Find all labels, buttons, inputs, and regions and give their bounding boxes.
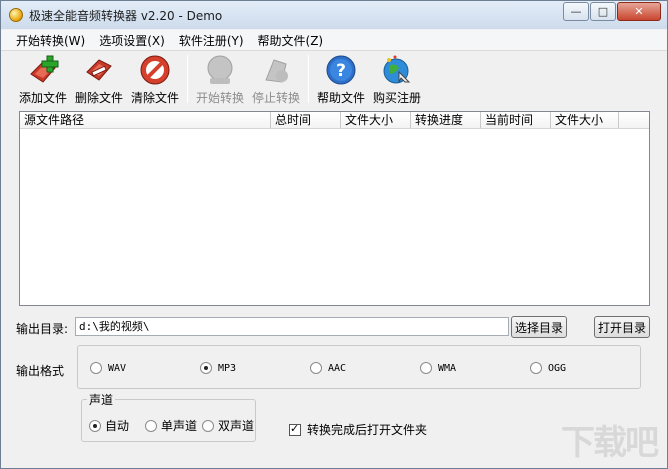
format-group: WAV MP3 AAC WMA OGG: [77, 345, 641, 389]
add-file-icon: [27, 54, 59, 86]
choose-dir-button[interactable]: 选择目录: [511, 316, 567, 338]
buy-register-button[interactable]: 购买注册: [369, 52, 425, 106]
add-file-label: 添加文件: [18, 91, 67, 105]
menu-register[interactable]: 软件注册(Y): [172, 32, 251, 49]
stop-convert-button[interactable]: 停止转换: [248, 52, 304, 106]
menu-options[interactable]: 选项设置(X): [92, 32, 172, 49]
format-ogg-label: OGG: [548, 362, 567, 374]
clear-files-button[interactable]: 清除文件: [127, 52, 183, 106]
add-file-button[interactable]: 添加文件: [15, 52, 71, 106]
column-header-output-size[interactable]: 文件大小: [551, 112, 619, 128]
minimize-button[interactable]: —: [563, 2, 589, 21]
format-option-wav[interactable]: WAV: [90, 362, 126, 374]
buy-register-label: 购买注册: [372, 91, 421, 105]
toolbar: 添加文件 删除文件 清除文件 开始转换 停止转换 ? 帮助文件 购买注册: [1, 52, 667, 108]
channel-option-stereo[interactable]: 双声道: [202, 417, 254, 434]
column-header-current-time[interactable]: 当前时间: [481, 112, 551, 128]
column-header-total-time[interactable]: 总时间: [271, 112, 341, 128]
radio-channel-mono[interactable]: [145, 419, 157, 432]
clear-files-label: 清除文件: [130, 91, 179, 105]
app-window: 极速全能音频转换器 v2.20 - Demo — □ ✕ 开始转换(W) 选项设…: [0, 0, 668, 469]
format-aac-label: AAC: [328, 362, 347, 374]
channel-option-auto[interactable]: 自动: [89, 417, 129, 434]
format-mp3-label: MP3: [218, 362, 237, 374]
radio-channel-stereo[interactable]: [202, 419, 214, 432]
radio-channel-auto[interactable]: [89, 419, 101, 432]
radio-aac[interactable]: [310, 362, 322, 374]
stop-convert-icon: [260, 54, 292, 86]
maximize-button[interactable]: □: [590, 2, 616, 21]
stop-convert-label: 停止转换: [251, 91, 300, 105]
menu-bar: 开始转换(W) 选项设置(X) 软件注册(Y) 帮助文件(Z): [1, 30, 667, 51]
open-folder-checkbox[interactable]: [289, 422, 301, 436]
app-icon: [9, 8, 23, 22]
format-wma-label: WMA: [438, 362, 457, 374]
menu-start-convert[interactable]: 开始转换(W): [9, 32, 92, 49]
help-icon: ?: [325, 54, 357, 86]
start-convert-icon: [204, 54, 236, 86]
format-option-ogg[interactable]: OGG: [530, 362, 566, 374]
channel-option-mono[interactable]: 单声道: [145, 417, 197, 434]
channel-mono-label: 单声道: [161, 419, 198, 433]
watermark-logo: 下载吧: [561, 423, 659, 463]
delete-file-label: 删除文件: [74, 91, 123, 105]
column-header-file-size[interactable]: 文件大小: [341, 112, 411, 128]
channel-auto-label: 自动: [105, 419, 130, 433]
radio-wav[interactable]: [90, 362, 102, 374]
toolbar-separator: [187, 55, 188, 103]
format-wav-label: WAV: [108, 362, 127, 374]
format-label: 输出格式: [16, 364, 65, 378]
toolbar-separator: [308, 55, 309, 103]
column-header-source-path[interactable]: 源文件路径: [20, 112, 271, 128]
start-convert-label: 开始转换: [195, 91, 244, 105]
format-option-mp3[interactable]: MP3: [200, 362, 236, 374]
channel-group-title: 声道: [87, 391, 116, 408]
output-dir-label: 输出目录:: [16, 322, 69, 336]
radio-mp3[interactable]: [200, 362, 212, 374]
radio-wma[interactable]: [420, 362, 432, 374]
delete-file-button[interactable]: 删除文件: [71, 52, 127, 106]
file-list[interactable]: 源文件路径 总时间 文件大小 转换进度 当前时间 文件大小: [19, 111, 650, 306]
menu-help[interactable]: 帮助文件(Z): [251, 32, 331, 49]
window-controls: — □ ✕: [562, 2, 661, 21]
buy-register-icon: [381, 54, 413, 86]
start-convert-button[interactable]: 开始转换: [192, 52, 248, 106]
clear-files-icon: [139, 54, 171, 86]
window-title: 极速全能音频转换器 v2.20 - Demo: [29, 9, 223, 23]
channel-stereo-label: 双声道: [218, 419, 255, 433]
open-dir-button[interactable]: 打开目录: [594, 316, 650, 338]
format-option-aac[interactable]: AAC: [310, 362, 346, 374]
list-header: 源文件路径 总时间 文件大小 转换进度 当前时间 文件大小: [20, 112, 649, 129]
help-button[interactable]: ? 帮助文件: [313, 52, 369, 106]
open-folder-label: 转换完成后打开文件夹: [307, 423, 428, 437]
title-bar: 极速全能音频转换器 v2.20 - Demo — □ ✕: [1, 1, 667, 29]
help-label: 帮助文件: [316, 91, 365, 105]
delete-file-icon: [83, 54, 115, 86]
column-header-progress[interactable]: 转换进度: [411, 112, 481, 128]
radio-ogg[interactable]: [530, 362, 542, 374]
svg-text:?: ?: [336, 61, 346, 81]
close-button[interactable]: ✕: [617, 2, 661, 21]
output-dir-field[interactable]: d:\我的视频\: [75, 317, 509, 336]
open-folder-after-option[interactable]: 转换完成后打开文件夹: [289, 421, 427, 438]
format-option-wma[interactable]: WMA: [420, 362, 456, 374]
